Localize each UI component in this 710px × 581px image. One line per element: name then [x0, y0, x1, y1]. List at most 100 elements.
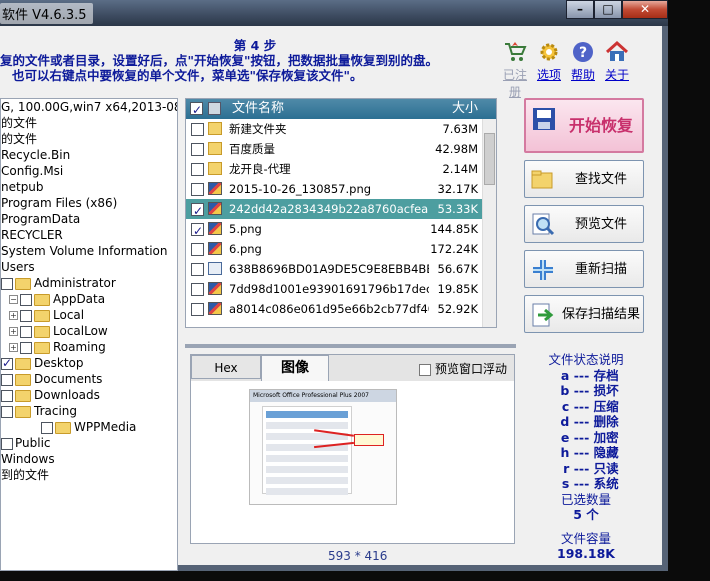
legend-key: c	[561, 398, 570, 414]
tree-node[interactable]: Administrator	[1, 275, 177, 291]
tree-node[interactable]: Desktop	[1, 355, 177, 371]
tree-node[interactable]: 的文件	[1, 131, 177, 147]
file-checkbox[interactable]	[191, 221, 204, 241]
start-recovery-button[interactable]: 开始恢复	[524, 98, 644, 153]
tree-expander-icon[interactable]: +	[9, 343, 18, 352]
file-checkbox[interactable]	[191, 123, 204, 136]
file-row[interactable]: 龙开良-代理 2.14M	[186, 159, 496, 179]
file-checkbox[interactable]	[191, 201, 204, 221]
save-scan-results-button[interactable]: 保存扫描结果	[524, 295, 644, 333]
file-checkbox[interactable]	[191, 303, 204, 316]
file-row[interactable]: 百度质量 42.98M	[186, 139, 496, 159]
file-row[interactable]: 638B8696BD01A9DE5C9E8EBB4BEDC15B 56.67K	[186, 259, 496, 279]
tree-checkbox[interactable]	[20, 293, 32, 306]
selected-count-value: 5 个	[573, 507, 599, 522]
file-name: 龙开良-代理	[229, 162, 291, 176]
tree-node[interactable]: Windows	[1, 451, 177, 467]
tree-node[interactable]: Program Files (x86)	[1, 195, 177, 211]
options-button[interactable]: 选项	[532, 40, 566, 100]
tree-node[interactable]: Documents	[1, 371, 177, 387]
file-checkbox[interactable]	[191, 243, 204, 256]
rescan-button[interactable]: 重新扫描	[524, 250, 644, 288]
file-checkbox[interactable]	[191, 163, 204, 176]
tree-node[interactable]: G, 100.00G,win7 x64,2013-08-22]	[1, 99, 177, 115]
tree-node[interactable]: Users	[1, 259, 177, 275]
tree-node[interactable]: 的文件	[1, 115, 177, 131]
tree-node-label: Tracing	[34, 404, 78, 418]
scrollbar-thumb[interactable]	[484, 133, 495, 185]
folder-icon	[34, 293, 50, 306]
tree-node[interactable]: netpub	[1, 179, 177, 195]
file-list[interactable]: 文件名称 大小 新建文件夹 7.63M 百度质量 42.98M 龙开良-代理 2.14M 2…	[185, 98, 497, 328]
float-preview-option[interactable]: 预览窗口浮动	[419, 360, 507, 377]
tab-hex[interactable]: Hex	[191, 355, 261, 379]
tree-checkbox[interactable]	[20, 341, 32, 354]
file-row[interactable]: 5.png 144.85K	[186, 219, 496, 241]
pane-splitter[interactable]	[185, 344, 516, 348]
preview-file-label: 预览文件	[574, 217, 627, 232]
legend-text: 损坏	[593, 383, 619, 398]
tab-image[interactable]: 图像	[261, 355, 329, 381]
preview-file-button[interactable]: 预览文件	[524, 205, 644, 243]
file-checkbox[interactable]	[191, 143, 204, 156]
file-name: 6.png	[229, 242, 262, 256]
tree-node[interactable]: Tracing	[1, 403, 177, 419]
tree-node[interactable]: ProgramData	[1, 211, 177, 227]
file-checkbox[interactable]	[191, 183, 204, 196]
file-row[interactable]: a8014c086e061d95e66b2cb77df40ad162 52.92K	[186, 299, 496, 319]
preview-panel: Hex 图像 Microsoft Office Professional Plu…	[190, 354, 515, 563]
file-list-scrollbar[interactable]	[482, 119, 496, 327]
tree-node[interactable]: Recycle.Bin	[1, 147, 177, 163]
tree-checkbox[interactable]	[1, 355, 13, 371]
tree-checkbox[interactable]	[1, 405, 13, 418]
tree-checkbox[interactable]	[20, 309, 32, 322]
about-label: 关于	[604, 68, 629, 82]
file-size: 144.85K	[430, 222, 478, 236]
close-button[interactable]: ✕	[622, 0, 668, 19]
tree-node[interactable]: + Local	[1, 307, 177, 323]
file-checkbox[interactable]	[191, 263, 204, 276]
title-bar[interactable]: 软件 V4.6.3.5 – □ ✕	[0, 0, 668, 26]
tree-checkbox[interactable]	[1, 373, 13, 386]
maximize-button[interactable]: □	[594, 0, 622, 19]
tree-node[interactable]: Public	[1, 435, 177, 451]
float-preview-label: 预览窗口浮动	[435, 362, 508, 376]
legend-separator: ---	[569, 476, 594, 491]
tree-checkbox[interactable]	[20, 325, 32, 338]
about-button[interactable]: 关于	[600, 40, 634, 100]
help-button[interactable]: ? 帮助	[566, 40, 600, 100]
tree-checkbox[interactable]	[1, 389, 13, 402]
tree-node[interactable]: − AppData	[1, 291, 177, 307]
minimize-button[interactable]: –	[566, 0, 594, 19]
tree-node-label: Administrator	[34, 276, 116, 290]
file-checkbox[interactable]	[191, 283, 204, 296]
column-size-header[interactable]: 大小	[452, 99, 478, 119]
tree-checkbox[interactable]	[1, 437, 13, 450]
tree-node[interactable]: + Roaming	[1, 339, 177, 355]
float-preview-checkbox[interactable]	[419, 363, 431, 376]
tree-node[interactable]: System Volume Information	[1, 243, 177, 259]
tree-node[interactable]: Config.Msi	[1, 163, 177, 179]
file-row[interactable]: 242dd42a2834349b22a8760acfea15ce37 53.33K	[186, 199, 496, 221]
column-name-header[interactable]: 文件名称	[232, 99, 284, 119]
select-all-checkbox[interactable]	[190, 100, 203, 120]
file-row[interactable]: 6.png 172.24K	[186, 239, 496, 259]
find-file-button[interactable]: 查找文件	[524, 160, 644, 198]
tree-node[interactable]: Downloads	[1, 387, 177, 403]
tree-expander-icon[interactable]: +	[9, 311, 18, 320]
tree-node-label: Config.Msi	[1, 164, 64, 178]
tree-node[interactable]: + LocalLow	[1, 323, 177, 339]
tree-node[interactable]: RECYCLER	[1, 227, 177, 243]
tree-node[interactable]: 到的文件	[1, 467, 177, 483]
tree-node[interactable]: WPPMedia	[1, 419, 177, 435]
file-row[interactable]: 新建文件夹 7.63M	[186, 119, 496, 139]
tree-expander-icon[interactable]: +	[9, 327, 18, 336]
directory-tree[interactable]: G, 100.00G,win7 x64,2013-08-22]的文件的文件Rec…	[0, 98, 178, 571]
file-row[interactable]: 2015-10-26_130857.png 32.17K	[186, 179, 496, 199]
tree-checkbox[interactable]	[41, 421, 53, 434]
tree-expander-icon[interactable]: −	[9, 295, 18, 304]
file-row[interactable]: 7dd98d1001e93901691796b17dec54e73 19.85K	[186, 279, 496, 299]
register-button[interactable]: 已注册	[498, 40, 532, 100]
tree-checkbox[interactable]	[1, 277, 13, 290]
legend-item: c --- 压缩	[536, 399, 636, 415]
